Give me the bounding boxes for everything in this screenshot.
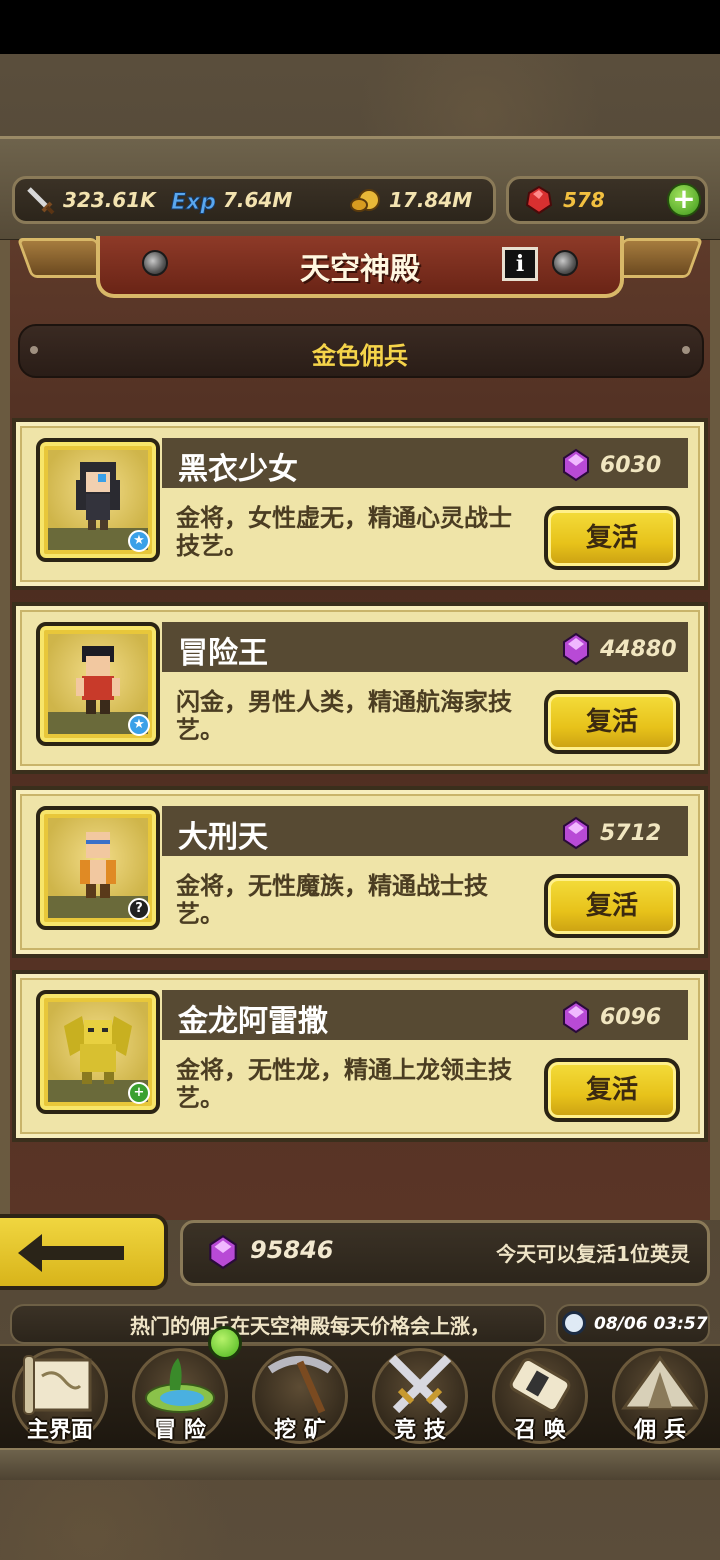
- status-bar: [0, 0, 720, 54]
- purple-gem-icon: [563, 1000, 589, 1034]
- hero-price: 44880: [560, 632, 677, 666]
- monk-sprite-icon: [80, 832, 116, 898]
- gem-resource: 578: [523, 179, 605, 221]
- price-value: 6096: [600, 1004, 662, 1030]
- hero-price: 6030: [560, 448, 661, 482]
- revive-button[interactable]: 复活: [544, 1058, 680, 1122]
- nav-item-mining[interactable]: 挖 矿: [242, 1348, 358, 1444]
- hero-description: 金将，无性龙，精通上龙领主技艺。: [176, 1056, 512, 1112]
- nav-label: 主界面: [26, 1418, 93, 1443]
- island-icon: [145, 1358, 215, 1413]
- price-value: 5712: [600, 820, 662, 846]
- page-title: 天空神殿: [300, 252, 420, 287]
- price-value: 6030: [600, 452, 662, 478]
- clock-time: 08/06 03:57: [594, 1314, 708, 1334]
- nav-label: 竞 技: [394, 1418, 446, 1443]
- nav-item-mercenary[interactable]: 佣 兵: [602, 1348, 718, 1444]
- svg-text:Exp: Exp: [171, 190, 215, 215]
- gem-value: 578: [563, 188, 605, 212]
- hero-name: 金龙阿雷撒: [178, 1004, 328, 1039]
- dark-girl-sprite-icon: [76, 462, 120, 530]
- crossed-swords-icon: [388, 1354, 452, 1414]
- plus-badge-icon: +: [128, 1082, 150, 1104]
- nav-label: 挖 矿: [274, 1418, 326, 1443]
- sword-icon: [27, 187, 55, 215]
- nav-label: 佣 兵: [634, 1418, 686, 1443]
- golden-dragon-sprite-icon: [64, 1016, 132, 1084]
- revive-button[interactable]: 复活: [544, 874, 680, 938]
- exp-icon: Exp: [171, 190, 216, 216]
- nav-item-adventure[interactable]: 冒 险: [122, 1348, 238, 1444]
- gold-value: 17.84M: [389, 188, 473, 212]
- summon-scroll-icon: [509, 1357, 571, 1413]
- hero-name: 黑衣少女: [178, 452, 298, 487]
- hero-price: 6096: [560, 1000, 661, 1034]
- hero-name: 大刑天: [178, 820, 268, 855]
- purple-gem-icon: [563, 448, 589, 482]
- hero-card: ★ 黑衣少女 6030 金将，女性虚无，精通心灵战士技艺。 复活: [12, 418, 708, 590]
- hero-card: + 金龙阿雷撒 6096 金将，无性龙，精通上龙领主技艺。 复活: [12, 970, 708, 1142]
- gold-resource: 17.84M: [349, 179, 472, 221]
- revive-button[interactable]: 复活: [544, 506, 680, 570]
- exp-resource: Exp 7.64M: [169, 179, 293, 221]
- hero-price: 5712: [560, 816, 661, 850]
- hero-portrait[interactable]: ★: [36, 622, 160, 746]
- back-button[interactable]: [0, 1214, 168, 1290]
- section-subtitle: 金色佣兵: [312, 342, 408, 370]
- price-value: 44880: [600, 636, 677, 662]
- nav-item-summon[interactable]: 召 唤: [482, 1348, 598, 1444]
- resource-bar: 323.61K Exp 7.64M 17.84M: [12, 176, 496, 224]
- star-badge-icon: ★: [128, 714, 150, 736]
- nav-item-main[interactable]: 主界面: [2, 1348, 118, 1444]
- hero-name: 冒险王: [178, 636, 268, 671]
- revive-button[interactable]: 复活: [544, 690, 680, 754]
- nav-label: 冒 险: [154, 1418, 206, 1443]
- tent-icon: [621, 1355, 699, 1410]
- bottom-frame: [0, 1448, 720, 1480]
- purple-gem-icon: [209, 1234, 237, 1270]
- adventurer-sprite-icon: [76, 646, 120, 714]
- map-scroll-icon: [23, 1355, 92, 1415]
- exp-value: 7.64M: [223, 188, 293, 212]
- purple-gem-icon: [563, 632, 589, 666]
- nav-label: 召 唤: [514, 1418, 566, 1443]
- hero-portrait[interactable]: ★: [36, 438, 160, 562]
- revive-limit-note: 今天可以复活1位英灵: [496, 1242, 690, 1266]
- hero-description: 金将，女性虚无，精通心灵战士技艺。: [176, 504, 512, 560]
- ticker-text: 热门的佣兵在天空神殿每天价格会上涨，: [130, 1314, 490, 1338]
- pickaxe-icon: [267, 1356, 333, 1414]
- hero-card: ★ 冒险王 44880 闪金，男性人类，精通航海家技艺。 复活: [12, 602, 708, 774]
- notification-dot: [208, 1326, 242, 1360]
- ruby-icon: [525, 185, 553, 215]
- clock-icon: [562, 1311, 586, 1335]
- question-badge-icon: ?: [128, 898, 150, 920]
- hero-description: 闪金，男性人类，精通航海家技艺。: [176, 688, 512, 744]
- gold-coins-icon: [350, 189, 380, 212]
- star-badge-icon: ★: [128, 530, 150, 552]
- add-gems-button[interactable]: +: [667, 183, 701, 217]
- hero-portrait[interactable]: ?: [36, 806, 160, 930]
- back-arrow-icon: [18, 1234, 124, 1272]
- game-screen: 323.61K Exp 7.64M 17.84M 578 + 天空神殿 i 金色…: [0, 0, 720, 1560]
- hero-portrait[interactable]: +: [36, 990, 160, 1114]
- hero-card: ? 大刑天 5712 金将，无性魔族，精通战士技艺。 复活: [12, 786, 708, 958]
- info-button[interactable]: i: [502, 247, 538, 281]
- hero-description: 金将，无性魔族，精通战士技艺。: [176, 872, 488, 928]
- nav-item-arena[interactable]: 竞 技: [362, 1348, 478, 1444]
- attack-value: 323.61K: [63, 188, 156, 212]
- purple-gem-icon: [563, 816, 589, 850]
- attack-resource: 323.61K: [25, 179, 156, 221]
- gem-bar: 578 +: [506, 176, 708, 224]
- gem-total-value: 95846: [250, 1236, 334, 1264]
